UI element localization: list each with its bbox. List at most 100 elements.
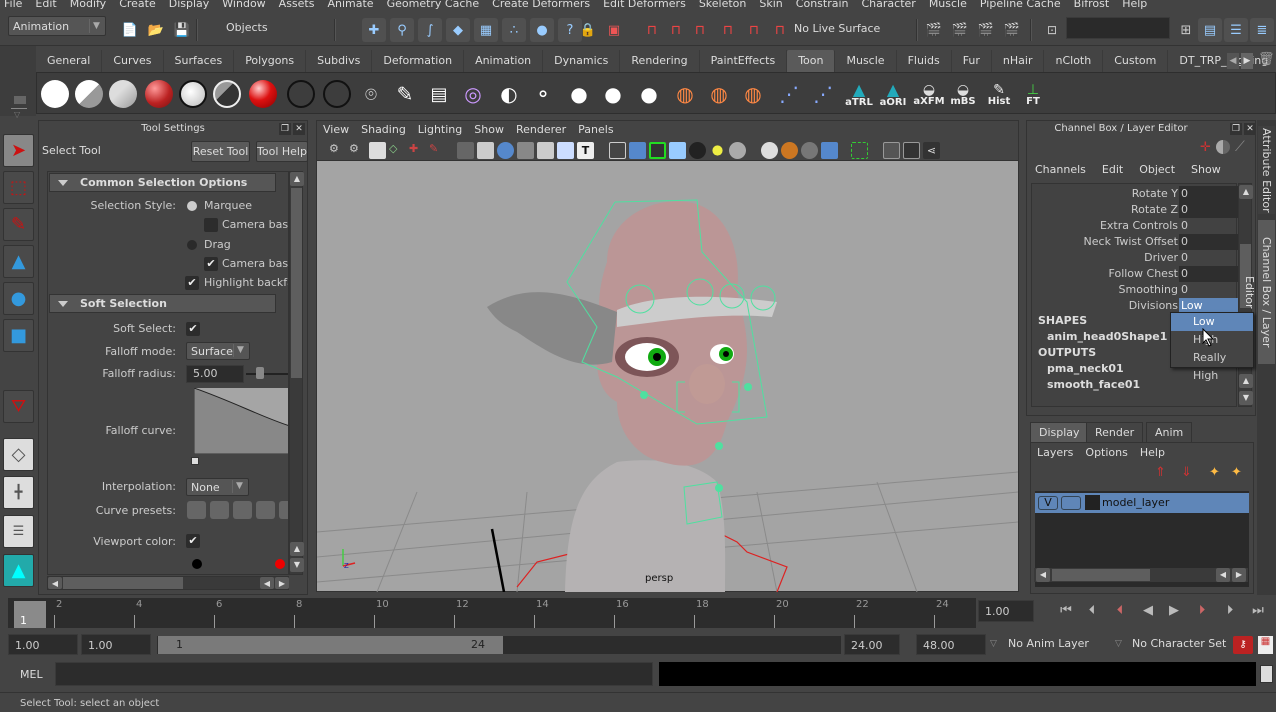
xray-joints-icon[interactable] bbox=[883, 142, 900, 159]
toon-brush-5-icon[interactable]: ◍ bbox=[703, 77, 735, 111]
tab-channel-box-layer-editor[interactable]: Channel Box / Layer Editor bbox=[1243, 220, 1275, 364]
section-common-selection-options[interactable]: Common Selection Options bbox=[49, 173, 276, 192]
viewport-menu-renderer[interactable]: Renderer bbox=[510, 121, 572, 140]
channel-value[interactable]: 0 bbox=[1179, 234, 1243, 250]
falloff-radius-slider-handle[interactable] bbox=[256, 367, 264, 379]
command-input[interactable] bbox=[55, 662, 653, 686]
step-back-key-button[interactable]: ⏴ bbox=[1110, 602, 1130, 620]
pin-icon[interactable]: ⟋ bbox=[1235, 139, 1245, 155]
scroll-down-button[interactable]: ▼ bbox=[290, 558, 304, 572]
chin-control[interactable] bbox=[715, 484, 723, 492]
toon-fill-white-icon[interactable] bbox=[39, 77, 71, 111]
film-gate-icon[interactable] bbox=[477, 142, 494, 159]
tool-settings-horizontal-scrollbar[interactable]: ◀ ◀ ▶ bbox=[47, 576, 289, 590]
toon-brush-2-icon[interactable]: ● bbox=[597, 77, 629, 111]
menu-options[interactable]: Options bbox=[1079, 446, 1133, 459]
highlight-selection-icon[interactable]: ▣ bbox=[602, 18, 626, 42]
menu-character[interactable]: Character bbox=[858, 0, 925, 10]
image-plane-icon[interactable]: ◇ bbox=[389, 142, 406, 159]
shelf-tab-general[interactable]: General bbox=[36, 50, 103, 72]
viewport-menu-lighting[interactable]: Lighting bbox=[412, 121, 468, 140]
joint-chain-icon[interactable]: ⋰ bbox=[807, 77, 839, 111]
shelf-tab-toon[interactable]: Toon bbox=[787, 50, 836, 72]
move-layer-up-icon[interactable]: ⇑ bbox=[1155, 465, 1166, 480]
shelf-scroll-right-button[interactable]: ▶ bbox=[1241, 53, 1253, 69]
soft-select-checkbox[interactable]: ✔ bbox=[186, 322, 200, 336]
tool-settings-vertical-scrollbar[interactable]: ▲ ▲ ▼ bbox=[289, 171, 304, 575]
channel-row[interactable]: Neck Twist Offset 0 bbox=[1037, 234, 1243, 250]
textured-icon[interactable] bbox=[689, 142, 706, 159]
shelf-tab-surfaces[interactable]: Surfaces bbox=[164, 50, 235, 72]
select-surfaces-icon[interactable]: ◆ bbox=[446, 18, 470, 42]
outliner-persp-layout-icon[interactable]: ☰ bbox=[3, 515, 34, 548]
layer-name[interactable]: model_layer bbox=[1102, 496, 1169, 509]
grease-pencil-icon[interactable]: ✎ bbox=[429, 142, 446, 159]
paint-select-tool-icon[interactable]: ✎ bbox=[3, 208, 34, 241]
live-surface-field[interactable]: No Live Surface bbox=[790, 19, 908, 39]
viewport-menu-shading[interactable]: Shading bbox=[355, 121, 412, 140]
toon-fill-two-tone-icon[interactable] bbox=[73, 77, 105, 111]
new-layer-icon[interactable]: ✦ bbox=[1209, 465, 1220, 480]
camera-attributes-icon[interactable]: ⚙ bbox=[349, 142, 366, 159]
shelf-button-hist[interactable]: ✎ Hist bbox=[983, 77, 1015, 111]
channel-value[interactable]: 0 bbox=[1179, 250, 1243, 266]
snap-view-plane-icon[interactable]: ⊓ bbox=[716, 18, 740, 42]
step-forward-key-button[interactable]: ⏵ bbox=[1192, 602, 1212, 620]
xray-active-components-icon[interactable] bbox=[903, 142, 920, 159]
render-settings-icon[interactable]: 🎬 bbox=[1000, 18, 1024, 42]
viewport-menu-view[interactable]: View bbox=[317, 121, 355, 140]
shelf-tab-curves[interactable]: Curves bbox=[102, 50, 164, 72]
shelf-tab-rendering[interactable]: Rendering bbox=[620, 50, 700, 72]
menu-skin[interactable]: Skin bbox=[755, 0, 791, 10]
toon-fill-bright-icon[interactable] bbox=[177, 77, 209, 111]
float-panel-icon[interactable]: ❐ bbox=[279, 123, 291, 135]
menu-muscle[interactable]: Muscle bbox=[925, 0, 976, 10]
shelf-tab-nhair[interactable]: nHair bbox=[992, 50, 1045, 72]
new-scene-icon[interactable]: 📄 bbox=[118, 18, 142, 42]
color-black-swatch[interactable] bbox=[192, 559, 202, 569]
tab-anim[interactable]: Anim bbox=[1146, 422, 1193, 442]
falloff-mode-dropdown[interactable]: Surface ▼ bbox=[186, 342, 250, 360]
falloff-radius-slider-track[interactable] bbox=[246, 373, 288, 375]
animation-end-field[interactable]: 48.00 bbox=[916, 634, 986, 655]
shelf-tab-fluids[interactable]: Fluids bbox=[897, 50, 952, 72]
snap-grid-icon[interactable]: ⊓ bbox=[640, 18, 664, 42]
reset-tool-button[interactable]: Reset Tool bbox=[191, 141, 250, 162]
new-layer-selected-icon[interactable]: ✦ bbox=[1231, 465, 1242, 480]
snap-curve-icon[interactable]: ⊓ bbox=[664, 18, 688, 42]
shelf-tab-custom[interactable]: Custom bbox=[1103, 50, 1169, 72]
scrollbar-thumb[interactable] bbox=[291, 188, 302, 378]
mouth-control[interactable] bbox=[715, 442, 723, 450]
paint-line-icon[interactable]: ✎ bbox=[389, 77, 421, 111]
shape-node[interactable]: anim_head0Shape1 bbox=[1047, 330, 1167, 343]
scroll-up-button[interactable]: ▲ bbox=[290, 172, 304, 186]
shadows-icon[interactable] bbox=[729, 142, 746, 159]
make-live-icon[interactable]: ⊓ bbox=[768, 18, 792, 42]
reverse-surface-icon[interactable]: ◎ bbox=[457, 77, 489, 111]
falloff-curve-graph[interactable] bbox=[194, 388, 289, 454]
menu-set-dropdown[interactable]: Animation ▼ bbox=[8, 16, 106, 36]
channel-row[interactable]: Follow Chest 0 bbox=[1037, 266, 1243, 282]
lock-selection-icon[interactable]: 🔒 bbox=[576, 18, 600, 42]
menu-file[interactable]: File bbox=[0, 0, 31, 10]
manipulator-axis-icon[interactable]: ✛ bbox=[1200, 140, 1211, 155]
scroll-down-button[interactable]: ▼ bbox=[1239, 391, 1253, 405]
range-slider-track[interactable]: 1 24 bbox=[157, 636, 841, 654]
curve-point-handle[interactable] bbox=[191, 457, 199, 465]
marquee-radio[interactable] bbox=[187, 201, 197, 211]
current-frame-marker[interactable] bbox=[14, 601, 46, 628]
tool-settings-icon[interactable]: ☰ bbox=[1224, 18, 1248, 42]
remove-toon-outline-icon[interactable] bbox=[321, 77, 353, 111]
shelf-button-ft[interactable]: ⊥ FT bbox=[1017, 77, 1049, 111]
move-tool-icon[interactable]: ▲ bbox=[3, 245, 34, 278]
shelf-tab-subdivs[interactable]: Subdivs bbox=[306, 50, 373, 72]
channel-row[interactable]: Smoothing 0 bbox=[1037, 282, 1242, 298]
field-chart-icon[interactable] bbox=[537, 142, 554, 159]
scroll-left-button[interactable]: ◀ bbox=[260, 577, 274, 589]
select-joints-icon[interactable]: ⚲ bbox=[390, 18, 414, 42]
layer-horizontal-scrollbar[interactable]: ◀ ◀ ▶ bbox=[1034, 568, 1248, 582]
tab-render[interactable]: Render bbox=[1086, 422, 1144, 442]
channel-value[interactable]: 0 bbox=[1179, 282, 1243, 298]
paint-brush-icon[interactable]: ◐ bbox=[493, 77, 525, 111]
scroll-right-button[interactable]: ▶ bbox=[275, 577, 289, 589]
